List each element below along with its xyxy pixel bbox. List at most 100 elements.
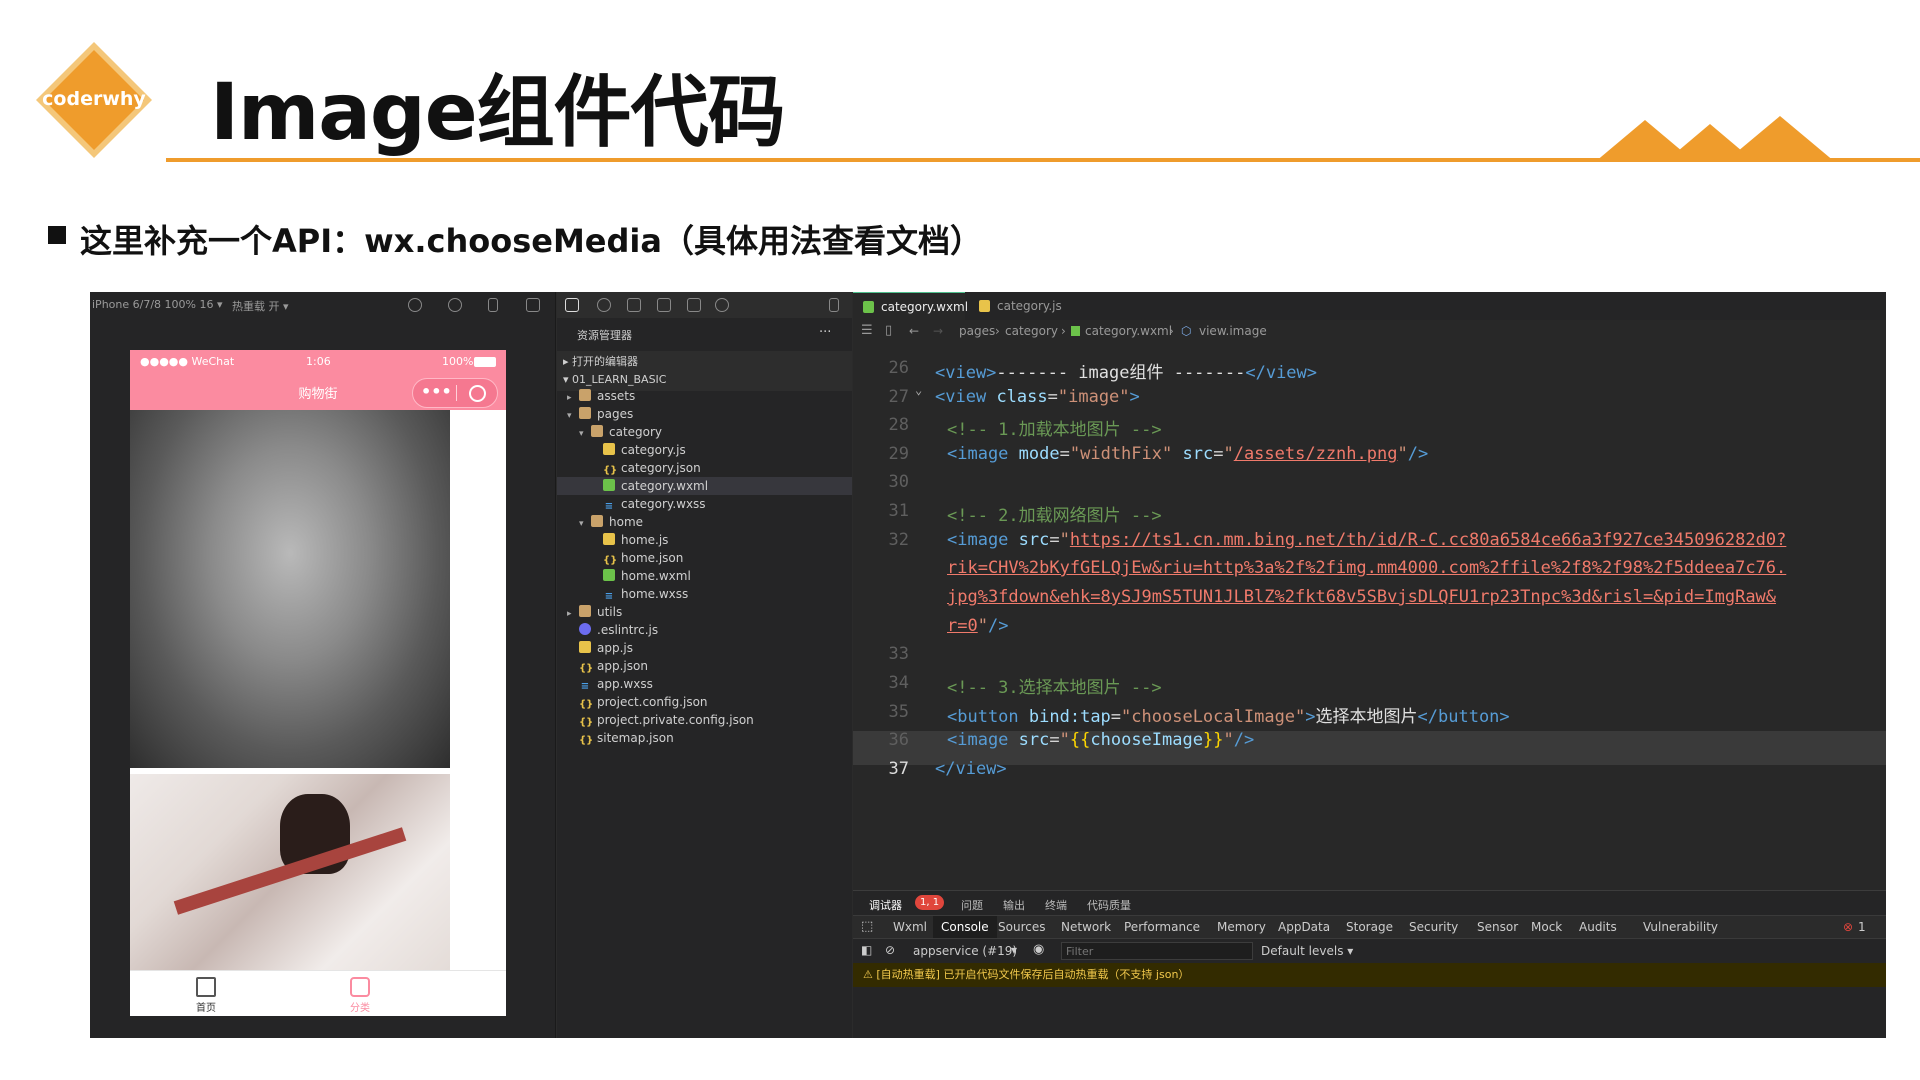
tab-debugger[interactable]: 调试器 [869,897,902,913]
tree-item-home-wxss[interactable]: ≡ home.wxss [557,585,852,603]
clear-console-icon[interactable]: ⊘ [885,943,895,957]
tree-item-home-wxml[interactable]: home.wxml [557,567,852,585]
tree-item-category-wxml[interactable]: category.wxml [557,477,852,495]
panel-vulnerability[interactable]: Vulnerability [1643,920,1718,934]
mountains-decoration [1595,116,1835,162]
tree-item-category-js[interactable]: category.js [557,441,852,459]
tab-output[interactable]: 输出 [1003,897,1025,913]
file-explorer: 资源管理器 ··· ▸ 打开的编辑器 ▾ 01_LEARN_BASIC ▸ ass… [557,292,852,1038]
tree-item-category[interactable]: ▾ category [557,423,852,441]
tree-item-project-private-config-json[interactable]: {} project.private.config.json [557,711,852,729]
tab-home[interactable]: 首页 [176,975,236,1014]
collapse-sidebar-icon[interactable] [829,298,839,312]
panel-appdata[interactable]: AppData [1278,920,1330,934]
tree-item-category-wxss[interactable]: ≡ category.wxss [557,495,852,513]
tree-item-home-js[interactable]: home.js [557,531,852,549]
tree-item-app-js[interactable]: app.js [557,639,852,657]
tree-item-label: assets [597,389,636,403]
sidebar-toggle-icon[interactable]: ◧ [861,943,872,957]
panel-memory[interactable]: Memory [1217,920,1266,934]
panel-security[interactable]: Security [1409,920,1458,934]
log-levels-select[interactable]: Default levels ▾ [1261,944,1353,958]
line-number: 26 [888,358,909,378]
tree-item-label: home.js [621,533,669,547]
tree-item-home[interactable]: ▾ home [557,513,852,531]
explorer-more-button[interactable]: ··· [819,325,831,340]
tab-code-quality[interactable]: 代码质量 [1087,897,1131,913]
capsule-divider [456,385,457,401]
tree-item-sitemap-json[interactable]: {} sitemap.json [557,729,852,747]
panel-sources[interactable]: Sources [998,920,1045,934]
panel-audits[interactable]: Audits [1579,920,1617,934]
hot-reload-toggle[interactable]: 热重载 开 ▾ [232,298,289,314]
error-count: 1 [1858,920,1866,934]
phone-icon[interactable] [488,298,498,312]
panel-storage[interactable]: Storage [1346,920,1393,934]
list-icon[interactable]: ☰ [861,320,873,342]
tab-terminal[interactable]: 终端 [1045,897,1067,913]
anime-girl-image [130,774,450,970]
tree-item-pages[interactable]: ▾ pages [557,405,852,423]
crumb-pages[interactable]: pages [959,320,995,342]
json-file-icon: {} [579,699,594,710]
tree-item-assets[interactable]: ▸ assets [557,387,852,405]
forward-arrow-icon[interactable]: → [933,320,943,342]
panel-performance[interactable]: Performance [1124,920,1200,934]
wxss-file-icon: ≡ [604,591,614,602]
error-icon: ⊗ [1843,920,1854,934]
fold-chevron-icon[interactable]: ⌄ [915,383,922,397]
device-select[interactable]: iPhone 6/7/8 100% 16 ▾ [92,298,223,311]
panel-wxml[interactable]: Wxml [893,920,927,934]
git-icon[interactable] [627,298,641,312]
console-filter-input[interactable] [1061,942,1253,960]
code-editor: category.wxml category.js ☰ ▯ ← → pages … [853,292,1886,1038]
line-number: 33 [888,644,909,664]
tree-item-category-json[interactable]: {} category.json [557,459,852,477]
tree-item-label: utils [597,605,623,619]
panel-icon[interactable] [687,298,701,312]
code-line-35: <button bind:tap="chooseLocalImage">选择本地… [947,707,1510,727]
code-area[interactable]: 26 27 28 29 30 31 32 33 34 35 36 37 ⌄ <v… [853,350,1886,890]
tree-item-label: category [609,425,663,439]
bookmark-icon[interactable]: ▯ [885,320,892,342]
eye-icon[interactable]: ◉ [1033,942,1044,957]
slide-subtitle: 这里补充一个API：wx.chooseMedia（具体用法查看文档） [80,222,982,260]
panel-mock[interactable]: Mock [1531,920,1562,934]
files-icon[interactable] [565,298,579,312]
crumb-file[interactable]: category.wxml [1085,320,1172,342]
record-icon[interactable] [448,298,462,312]
inspect-icon[interactable]: ⬚ [861,919,873,934]
tree-item-utils[interactable]: ▸ utils [557,603,852,621]
tab-category-label: 分类 [350,1003,370,1014]
refresh-icon[interactable] [408,298,422,312]
tab-category[interactable]: 分类 [330,975,390,1014]
tree-item-app-wxss[interactable]: ≡ app.wxss [557,675,852,693]
tab-category-js[interactable]: category.js [969,292,1079,320]
code-line-28: <!-- 1.加载本地图片 --> [947,420,1162,440]
code-line-37: </view> [935,759,1007,779]
context-select[interactable]: appservice (#19) [913,944,1017,958]
crumb-symbol[interactable]: view.image [1199,320,1267,342]
close-miniapp-icon[interactable] [469,385,486,402]
tree-item-eslintrc-js[interactable]: .eslintrc.js [557,621,852,639]
context-dropdown-icon[interactable]: ▾ [1011,943,1017,957]
crumb-category[interactable]: category [1005,320,1058,342]
panel-network[interactable]: Network [1061,920,1111,934]
tree-item-home-json[interactable]: {} home.json [557,549,852,567]
tab-problems[interactable]: 问题 [961,897,983,913]
tab-category-wxml[interactable]: category.wxml [853,292,968,320]
tree-item-app-json[interactable]: {} app.json [557,657,852,675]
tree-item-label: home.json [621,551,684,565]
window-icon[interactable] [526,298,540,312]
simulator-toolbar: iPhone 6/7/8 100% 16 ▾ 热重载 开 ▾ [90,292,556,318]
tree-item-project-config-json[interactable]: {} project.config.json [557,693,852,711]
panel-console[interactable]: Console [933,916,997,938]
extensions-icon[interactable] [657,298,671,312]
docker-icon[interactable] [715,298,729,312]
panel-sensor[interactable]: Sensor [1477,920,1518,934]
search-icon[interactable] [597,298,611,312]
back-arrow-icon[interactable]: ← [909,320,919,342]
wechat-capsule[interactable]: ••• [412,378,498,408]
more-dots-icon[interactable]: ••• [421,382,452,401]
line-number: 29 [888,444,909,464]
